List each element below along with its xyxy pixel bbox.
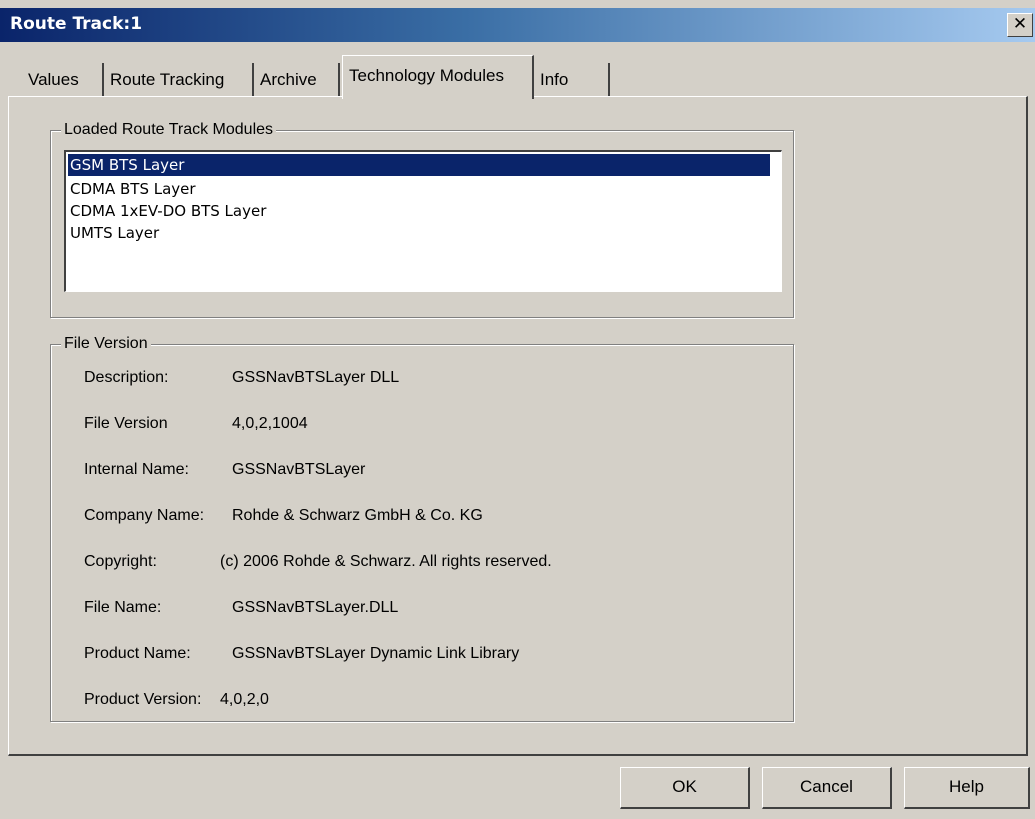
product-name-value: GSSNavBTSLayer Dynamic Link Library — [232, 645, 520, 662]
company-name-label: Company Name: — [84, 507, 205, 524]
product-version-value: 4,0,2,0 — [220, 691, 269, 708]
file-version-group: File Version — [50, 334, 794, 722]
modules-listbox[interactable]: GSM BTS Layer CDMA BTS Layer CDMA 1xEV-D… — [64, 150, 782, 292]
description-label: Description: — [84, 369, 169, 386]
copyright-label: Copyright: — [84, 553, 157, 570]
internal-name-value: GSSNavBTSLayer — [232, 461, 366, 478]
file-version-group-label: File Version — [61, 334, 151, 354]
file-version-label: File Version — [84, 415, 168, 432]
product-name-label: Product Name: — [84, 645, 191, 662]
file-version-value: 4,0,2,1004 — [232, 415, 308, 432]
file-name-label: File Name: — [84, 599, 162, 616]
tab-route-tracking[interactable]: Route Tracking — [104, 63, 254, 97]
list-item[interactable]: CDMA BTS Layer — [70, 178, 196, 200]
list-item[interactable]: GSM BTS Layer — [68, 154, 770, 176]
list-item[interactable]: CDMA 1xEV-DO BTS Layer — [70, 200, 266, 222]
close-button[interactable]: ✕ — [1007, 13, 1033, 37]
help-button[interactable]: Help — [904, 767, 1030, 809]
description-value: GSSNavBTSLayer DLL — [232, 369, 400, 386]
window-title: Route Track:1 — [10, 14, 143, 34]
title-bar[interactable]: Route Track:1 ✕ — [0, 8, 1035, 42]
list-item[interactable]: UMTS Layer — [70, 222, 159, 244]
tab-technology-modules[interactable]: Technology Modules — [342, 55, 534, 99]
cancel-button[interactable]: Cancel — [762, 767, 892, 809]
company-name-value: Rohde & Schwarz GmbH & Co. KG — [232, 507, 483, 524]
file-name-value: GSSNavBTSLayer.DLL — [232, 599, 399, 616]
tab-archive[interactable]: Archive — [254, 63, 340, 97]
modules-group-label: Loaded Route Track Modules — [61, 120, 277, 140]
tab-info[interactable]: Info — [534, 63, 610, 97]
internal-name-label: Internal Name: — [84, 461, 189, 478]
copyright-value: (c) 2006 Rohde & Schwarz. All rights res… — [220, 553, 552, 570]
ok-button[interactable]: OK — [620, 767, 750, 809]
tab-values[interactable]: Values — [22, 63, 104, 97]
close-icon: ✕ — [1012, 14, 1028, 34]
dialog-window: Route Track:1 ✕ Values Route Tracking Ar… — [0, 0, 1035, 819]
product-version-label: Product Version: — [84, 691, 202, 708]
